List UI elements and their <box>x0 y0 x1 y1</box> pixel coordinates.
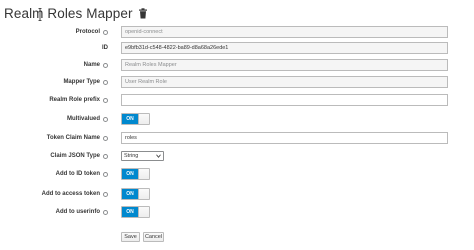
id-field <box>121 42 448 54</box>
help-icon[interactable] <box>103 116 108 122</box>
mapper-type-row: Mapper Type <box>0 76 474 88</box>
toggle-knob <box>138 169 149 179</box>
id-label: ID <box>102 45 108 51</box>
claim-json-type-row: Claim JSON Type String <box>0 150 474 162</box>
page-header: Realm Roles Mapper <box>4 3 148 23</box>
add-to-id-token-toggle[interactable]: ON <box>121 168 150 180</box>
multivalued-label: Multivalued <box>66 116 100 122</box>
toggle-state: ON <box>122 169 138 179</box>
form-actions: Save Cancel <box>0 232 474 244</box>
help-icon[interactable] <box>103 191 108 197</box>
token-claim-name-label: Token Claim Name <box>46 135 100 141</box>
realm-role-prefix-input[interactable] <box>121 94 448 106</box>
add-to-userinfo-label: Add to userinfo <box>55 209 100 215</box>
name-label: Name <box>83 62 100 68</box>
cancel-button[interactable]: Cancel <box>143 232 164 242</box>
mapper-type-field <box>121 76 448 88</box>
add-to-id-token-row: Add to ID token ON <box>0 168 474 180</box>
chevron-down-icon <box>156 154 161 158</box>
text-cursor-icon <box>38 8 42 21</box>
claim-json-type-value: String <box>124 153 139 159</box>
token-claim-name-input[interactable] <box>121 132 448 144</box>
help-icon[interactable] <box>103 79 108 85</box>
realm-role-prefix-label: Realm Role prefix <box>49 97 100 103</box>
protocol-row: Protocol <box>0 26 474 38</box>
help-icon[interactable] <box>103 135 108 141</box>
multivalued-toggle[interactable]: ON <box>121 113 150 125</box>
help-icon[interactable] <box>103 62 108 68</box>
token-claim-name-row: Token Claim Name <box>0 132 474 144</box>
help-icon[interactable] <box>103 153 108 159</box>
add-to-userinfo-toggle[interactable]: ON <box>121 206 150 218</box>
toggle-knob <box>138 207 149 217</box>
mapper-type-label: Mapper Type <box>63 79 100 85</box>
save-button[interactable]: Save <box>121 232 140 242</box>
help-icon[interactable] <box>103 97 108 103</box>
page-title: Realm Roles Mapper <box>4 5 133 21</box>
add-to-access-token-toggle[interactable]: ON <box>121 188 150 200</box>
name-field <box>121 59 448 71</box>
protocol-field <box>121 26 448 38</box>
add-to-userinfo-row: Add to userinfo ON <box>0 206 474 218</box>
protocol-label: Protocol <box>75 29 100 35</box>
toggle-state: ON <box>122 114 138 124</box>
id-row: ID <box>0 42 474 54</box>
help-icon[interactable] <box>103 29 108 35</box>
help-icon[interactable] <box>103 171 108 177</box>
add-to-access-token-row: Add to access token ON <box>0 188 474 200</box>
multivalued-row: Multivalued ON <box>0 113 474 125</box>
toggle-state: ON <box>122 207 138 217</box>
help-icon[interactable] <box>103 209 108 215</box>
claim-json-type-select[interactable]: String <box>121 151 164 161</box>
toggle-knob <box>138 189 149 199</box>
name-row: Name <box>0 59 474 71</box>
realm-role-prefix-row: Realm Role prefix <box>0 94 474 106</box>
toggle-knob <box>138 114 149 124</box>
toggle-state: ON <box>122 189 138 199</box>
add-to-access-token-label: Add to access token <box>41 191 100 197</box>
trash-icon[interactable] <box>138 7 148 19</box>
claim-json-type-label: Claim JSON Type <box>50 153 100 159</box>
add-to-id-token-label: Add to ID token <box>55 171 100 177</box>
